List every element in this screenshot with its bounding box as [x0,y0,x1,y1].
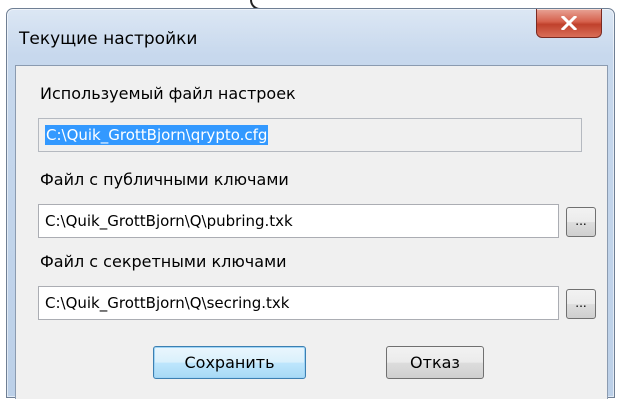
save-button[interactable]: Сохранить [153,346,306,379]
public-keys-label: Файл с публичными ключами [40,170,289,189]
secret-keys-field[interactable]: C:\Quik_GrottBjorn\Q\secring.txk [38,286,559,320]
public-keys-field[interactable]: C:\Quik_GrottBjorn\Q\pubring.txk [38,204,559,238]
settings-dialog: Текущие настройки Используемый файл наст… [6,8,615,399]
settings-file-field[interactable]: C:\Quik_GrottBjorn\qrypto.cfg [38,118,582,152]
close-button[interactable] [536,9,602,38]
close-icon [561,16,577,30]
cancel-button[interactable]: Отказ [386,346,484,379]
dialog-body: Используемый файл настроек C:\Quik_Grott… [15,65,608,399]
settings-file-label: Используемый файл настроек [40,84,296,103]
secret-keys-browse-button[interactable]: ... [566,289,596,319]
dialog-title: Текущие настройки [19,29,198,49]
public-keys-browse-button[interactable]: ... [566,207,596,237]
secret-keys-label: Файл с секретными ключами [40,252,287,271]
settings-file-value: C:\Quik_GrottBjorn\qrypto.cfg [45,125,269,145]
title-bar[interactable]: Текущие настройки [7,9,614,65]
